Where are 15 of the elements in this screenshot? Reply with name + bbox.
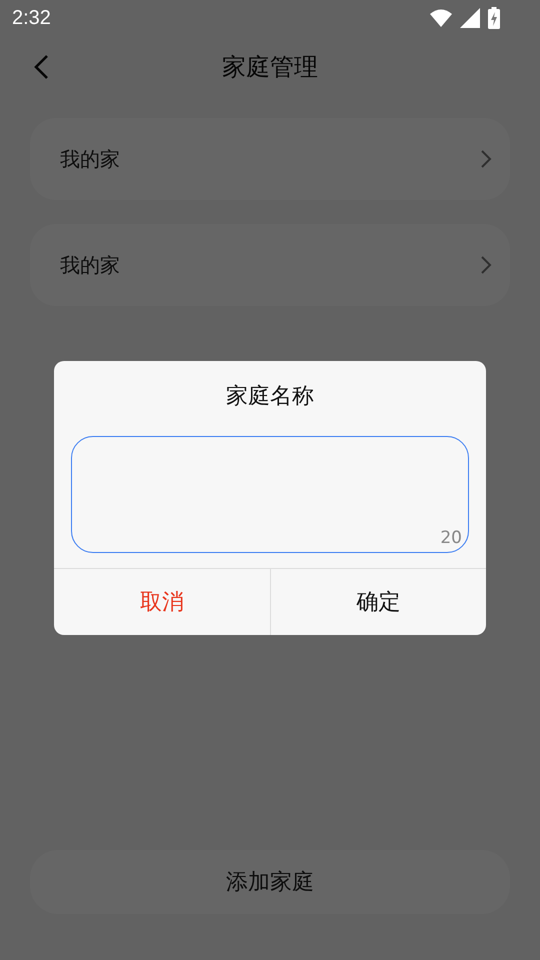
page-title: 家庭管理 — [222, 52, 318, 83]
dialog-title: 家庭名称 — [225, 383, 315, 411]
name-input-field[interactable]: 20 — [71, 436, 469, 553]
home-item[interactable]: 我的家 — [30, 224, 510, 306]
char-counter: 20 — [440, 528, 462, 548]
cancel-button[interactable]: 取消 — [54, 569, 270, 635]
status-time: 2:32 — [12, 6, 51, 30]
home-item[interactable]: 我的家 — [30, 118, 510, 200]
battery-charging-icon — [488, 7, 500, 29]
signal-icon — [460, 8, 480, 28]
add-family-button[interactable]: 添加家庭 — [30, 850, 510, 914]
chevron-right-icon — [480, 149, 492, 169]
confirm-button[interactable]: 确定 — [270, 569, 486, 635]
wifi-icon — [430, 9, 452, 27]
chevron-right-icon — [480, 255, 492, 275]
